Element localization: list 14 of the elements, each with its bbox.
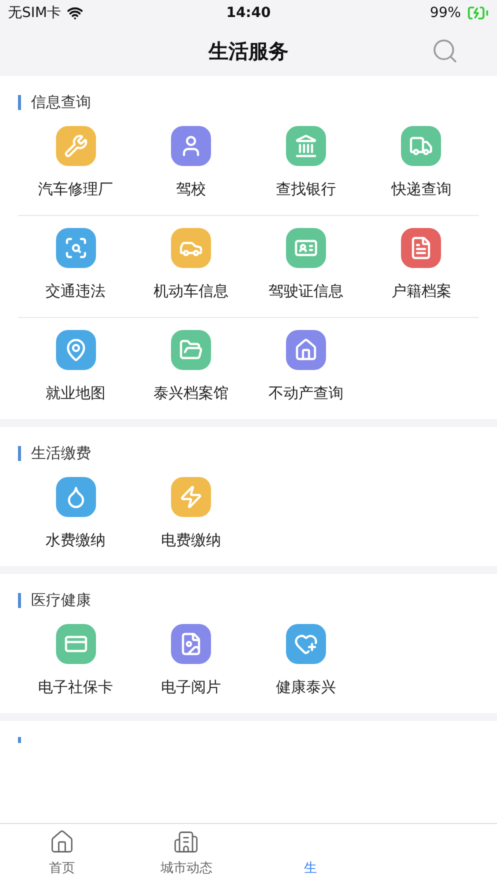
tab[interactable]: 生: [248, 824, 373, 883]
section-title: 医疗健康: [31, 590, 91, 610]
section-title: 生活缴费: [31, 444, 91, 462]
building-icon: [173, 829, 200, 855]
tab[interactable]: 首页: [0, 824, 124, 883]
carrier-text: 无SIM卡: [8, 4, 62, 22]
battery-text: 99%: [430, 5, 461, 21]
wifi-icon: [67, 5, 84, 21]
search-button[interactable]: [431, 37, 459, 65]
page-title: 生活服务: [208, 38, 288, 64]
section-title: 信息查询: [31, 92, 91, 112]
tab[interactable]: 城市动态: [124, 824, 248, 883]
clock-text: 14:40: [226, 5, 271, 21]
house-icon: [49, 829, 76, 855]
